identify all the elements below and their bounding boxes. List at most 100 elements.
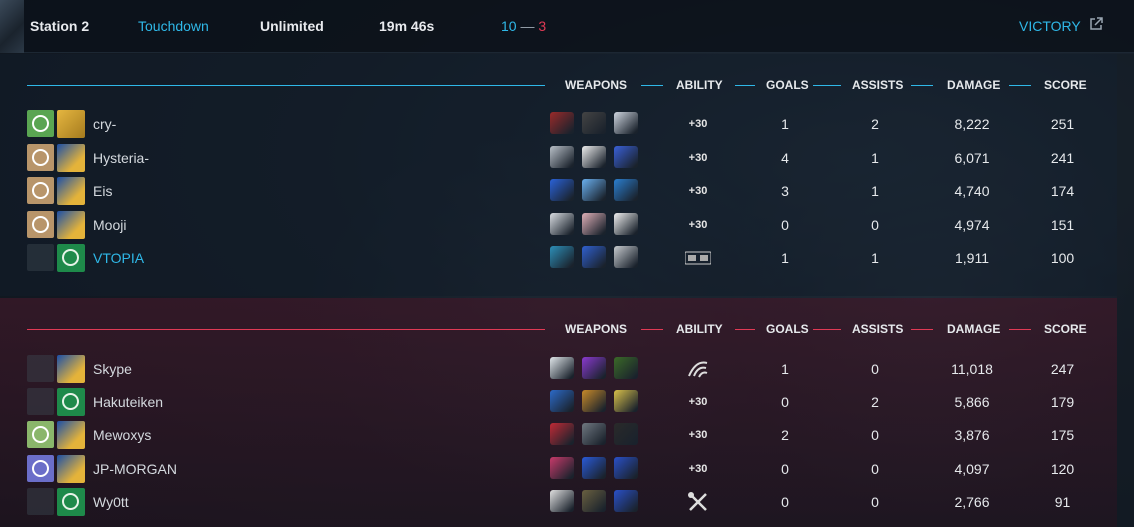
header-divider [911, 85, 933, 86]
rank-badge [27, 177, 54, 204]
stat-score: 179 [1050, 394, 1075, 410]
weapon-icon [550, 390, 574, 412]
player-row[interactable]: Skype 1 0 11,018 247 [0, 353, 1117, 385]
scrollbar[interactable] [1117, 54, 1134, 527]
player-row[interactable]: Hakuteiken +30 0 2 5,866 179 [0, 386, 1117, 418]
weapon-icon [550, 490, 574, 512]
stat-damage: 3,876 [954, 427, 990, 443]
weapon-icon [614, 490, 638, 512]
column-header-assists: ASSISTS [852, 78, 904, 92]
player-row[interactable]: Mooji +30 0 0 4,974 151 [0, 209, 1117, 241]
rank-badge [27, 455, 54, 482]
player-name[interactable]: Wy0tt [93, 494, 129, 510]
weapon-icon [614, 112, 638, 134]
stat-score: 174 [1050, 183, 1075, 199]
player-name[interactable]: cry- [93, 116, 116, 132]
stat-score: 251 [1050, 116, 1075, 132]
rank-badge [27, 144, 54, 171]
stat-goals: 3 [781, 183, 789, 199]
clan-crest-icon [57, 455, 85, 483]
red-team-panel: WEAPONS ABILITY GOALS ASSISTS DAMAGE SCORE Sky… [0, 298, 1117, 527]
blue-team-panel: WEAPONS ABILITY GOALS ASSISTS DAMAGE SCORE cry… [0, 54, 1117, 296]
header-divider [735, 85, 755, 86]
player-name[interactable]: Mooji [93, 217, 126, 233]
column-header-ability: ABILITY [676, 322, 723, 336]
weapon-icon [582, 390, 606, 412]
column-header-damage: DAMAGE [947, 78, 1001, 92]
stat-damage: 8,222 [954, 116, 990, 132]
player-name[interactable]: Skype [93, 361, 132, 377]
weapon-icon [550, 357, 574, 379]
stat-goals: 0 [781, 494, 789, 510]
stat-score: 151 [1050, 217, 1075, 233]
player-name[interactable]: Eis [93, 183, 112, 199]
stat-assists: 2 [871, 394, 879, 410]
badge-emblem-icon [32, 216, 49, 233]
ability-label: +30 [688, 429, 708, 441]
player-name[interactable]: Hakuteiken [93, 394, 163, 410]
column-header-damage: DAMAGE [947, 322, 1001, 336]
player-name[interactable]: Mewoxys [93, 427, 151, 443]
stat-damage: 11,018 [951, 361, 993, 377]
weapon-icon [550, 423, 574, 445]
stat-damage: 6,071 [954, 150, 990, 166]
rank-badge [27, 211, 54, 238]
stat-damage: 4,740 [954, 183, 990, 199]
rank-badge [27, 388, 54, 415]
time-limit: Unlimited [260, 18, 324, 34]
stat-goals: 1 [781, 250, 789, 266]
header-divider [27, 329, 545, 330]
player-row[interactable]: VTOPIA 1 1 1,911 100 [0, 242, 1117, 274]
clan-emblem-icon [62, 493, 79, 510]
stat-assists: 0 [871, 427, 879, 443]
weapon-icon [582, 179, 606, 201]
stat-score: 247 [1050, 361, 1075, 377]
rank-badge [27, 421, 54, 448]
stat-goals: 0 [781, 461, 789, 477]
ability-label: +30 [688, 219, 708, 231]
stat-score: 175 [1050, 427, 1075, 443]
stat-damage: 1,911 [955, 250, 989, 266]
rank-badge [27, 488, 54, 515]
weapon-icon [550, 179, 574, 201]
column-header-ability: ABILITY [676, 78, 723, 92]
header-divider [813, 85, 841, 86]
stat-score: 100 [1050, 250, 1075, 266]
claw-icon [685, 355, 711, 383]
player-row[interactable]: Wy0tt 0 0 2,766 91 [0, 486, 1117, 518]
clan-crest-icon [57, 177, 85, 205]
weapon-icon [582, 112, 606, 134]
weapon-icon [582, 457, 606, 479]
header-divider [641, 329, 663, 330]
heal-plus-30-icon: +30 [685, 110, 711, 138]
player-row[interactable]: Hysteria- +30 4 1 6,071 241 [0, 142, 1117, 174]
weapon-icon [614, 246, 638, 268]
heal-plus-30-icon: +30 [685, 455, 711, 483]
clan-crest-icon [57, 388, 85, 416]
score-separator: — [520, 18, 535, 34]
player-name[interactable]: Hysteria- [93, 150, 149, 166]
weapon-icon [614, 423, 638, 445]
player-row[interactable]: cry- +30 1 2 8,222 251 [0, 108, 1117, 140]
stat-assists: 2 [871, 116, 879, 132]
badge-emblem-icon [32, 426, 49, 443]
weapon-icon [582, 246, 606, 268]
player-name[interactable]: JP-MORGAN [93, 461, 177, 477]
weapon-icon [582, 423, 606, 445]
weapon-icon [582, 146, 606, 168]
player-row[interactable]: Eis +30 3 1 4,740 174 [0, 175, 1117, 207]
heal-plus-30-icon: +30 [685, 211, 711, 239]
external-link-icon[interactable] [1089, 17, 1103, 31]
rank-badge [27, 110, 54, 137]
column-header-weapons: WEAPONS [565, 322, 628, 336]
header-divider [641, 85, 663, 86]
score-red: 3 [538, 18, 547, 34]
weapon-icon [550, 112, 574, 134]
scissor-icon [685, 488, 711, 516]
player-name[interactable]: VTOPIA [93, 250, 144, 266]
hp-sp-icon [684, 244, 712, 272]
player-row[interactable]: JP-MORGAN +30 0 0 4,097 120 [0, 453, 1117, 485]
weapon-icon [550, 146, 574, 168]
stat-goals: 0 [781, 394, 789, 410]
player-row[interactable]: Mewoxys +30 2 0 3,876 175 [0, 419, 1117, 451]
